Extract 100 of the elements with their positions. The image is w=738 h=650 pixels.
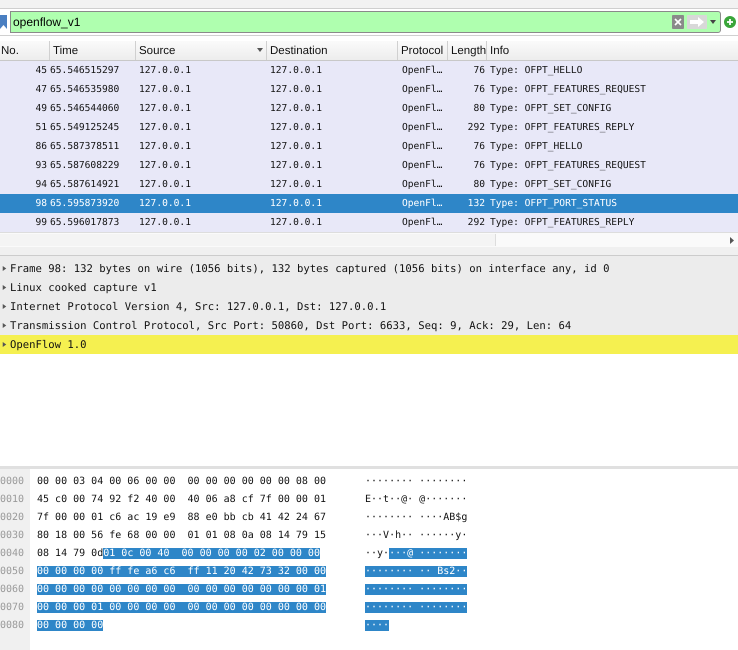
detail-tree-row[interactable]: Linux cooked capture v1 — [0, 278, 738, 297]
detail-tree-row[interactable]: Frame 98: 132 bytes on wire (1056 bits), 132 bytes captured (1056 bits) on interface any, id 0 — [0, 259, 738, 278]
hex-bytes: 00 00 00 00 — [37, 620, 104, 631]
ascii-text: E··t··@· @······· — [365, 494, 468, 505]
number-cell-text: 93 — [34, 160, 48, 171]
destination-cell-text: 127.0.0.1 — [269, 217, 323, 228]
packet-row[interactable]: 49 65.546544060 127.0.0.1 127.0.0.1 OpenFl… 80 Type: OFPT_SET_CONFIG — [0, 99, 738, 118]
number-cell-text: 49 — [34, 103, 48, 114]
packet-row[interactable]: 93 65.587608229 127.0.0.1 127.0.0.1 OpenFl… 76 Type: OFPT_FEATURES_REQUEST — [0, 156, 738, 175]
ascii-text: ···V·h·· ······y· — [365, 530, 468, 541]
length-cell-text: 76 — [472, 65, 486, 76]
ascii-text: ········ ·· Bs2·· — [365, 566, 468, 577]
number-cell-text: 47 — [34, 84, 48, 95]
expand-arrow-icon[interactable] — [2, 265, 7, 272]
detail-tree-row[interactable]: Internet Protocol Version 4, Src: 127.0.0.1, Dst: 127.0.0.1 — [0, 297, 738, 316]
source-cell-text: 127.0.0.1 — [138, 103, 192, 114]
protocol-cell-text: OpenFl… — [401, 65, 444, 76]
expand-arrow-icon[interactable] — [2, 322, 7, 329]
destination-cell-text: 127.0.0.1 — [269, 84, 323, 95]
column-header[interactable]: Time — [50, 41, 136, 60]
destination-cell-text: 127.0.0.1 — [269, 141, 323, 152]
offset-label: 0080 — [0, 619, 26, 633]
hex-bytes: 7f 00 00 01 c6 ac 19 e9 88 e0 bb cb 41 42 24 67 — [37, 512, 326, 523]
packet-row[interactable]: 51 65.549125245 127.0.0.1 127.0.0.1 OpenFl… 292 Type: OFPT_FEATURES_REPLY — [0, 118, 738, 137]
hex-bytes: 45 c0 00 74 92 f2 40 00 40 06 a8 cf 7f 00 00 01 — [37, 494, 326, 505]
packet-row[interactable]: 45 65.546515297 127.0.0.1 127.0.0.1 OpenFl… 76 Type: OFPT_HELLO — [0, 61, 738, 80]
column-header[interactable]: Source — [136, 41, 267, 60]
time-cell-text: 65.546515297 — [50, 65, 120, 76]
ascii-text: ···@ ········ — [389, 548, 468, 559]
destination-cell-text: 127.0.0.1 — [269, 160, 323, 171]
display-filter-field[interactable]: openflow_v1 — [10, 11, 721, 33]
offset-label: 0030 — [0, 529, 26, 543]
length-cell-text: 76 — [472, 160, 486, 171]
time-cell-text: 65.595873920 — [50, 198, 120, 209]
source-cell-text: 127.0.0.1 — [138, 122, 192, 133]
column-header[interactable]: Destination — [267, 41, 398, 60]
detail-text: Transmission Control Protocol, Src Port: 50860, Dst Port: 6633, Seq: 9, Ack: 29, Len: 64 — [10, 320, 572, 332]
packet-row[interactable]: 47 65.546535980 127.0.0.1 127.0.0.1 OpenFl… 76 Type: OFPT_FEATURES_REQUEST — [0, 80, 738, 99]
info-cell-text: Type: OFPT_FEATURES_REQUEST — [489, 84, 647, 95]
length-cell-text: 292 — [466, 217, 486, 228]
info-cell-text: Type: OFPT_PORT_STATUS — [489, 198, 618, 209]
number-cell-text: 94 — [34, 179, 48, 190]
length-cell-text: 76 — [472, 84, 486, 95]
horizontal-scrollbar[interactable] — [0, 234, 496, 246]
destination-cell-text: 127.0.0.1 — [269, 103, 323, 114]
time-cell-text: 65.587608229 — [50, 160, 120, 171]
ascii-text: ··y· — [365, 548, 390, 559]
time-cell-text: 65.596017873 — [50, 217, 120, 228]
ascii-text: ········ ········ — [365, 476, 468, 487]
ascii-text: ········ ········ — [365, 584, 468, 595]
ascii-text: ···· — [365, 620, 390, 631]
length-cell-text: 292 — [466, 122, 486, 133]
offset-label: 0000 — [0, 475, 26, 489]
bookmark-icon[interactable] — [0, 15, 7, 29]
dropdown-caret-icon[interactable] — [710, 20, 716, 24]
source-cell-text: 127.0.0.1 — [138, 179, 192, 190]
clear-icon[interactable] — [672, 15, 684, 29]
scroll-right-icon[interactable] — [730, 236, 734, 244]
time-cell-text: 65.587378511 — [50, 141, 120, 152]
column-header[interactable]: Protocol — [398, 41, 448, 60]
column-header[interactable]: No. — [0, 41, 50, 60]
packet-row[interactable]: 98 65.595873920 127.0.0.1 127.0.0.1 OpenFl… 132 Type: OFPT_PORT_STATUS — [0, 194, 738, 213]
detail-text: Internet Protocol Version 4, Src: 127.0.0.1, Dst: 127.0.0.1 — [10, 300, 386, 312]
detail-tree-row[interactable]: Transmission Control Protocol, Src Port: 50860, Dst Port: 6633, Seq: 9, Ack: 29, Len: 64 — [0, 316, 738, 335]
packet-row[interactable]: 94 65.587614921 127.0.0.1 127.0.0.1 OpenFl… 80 Type: OFPT_SET_CONFIG — [0, 175, 738, 194]
splitter-handle[interactable] — [0, 247, 738, 256]
protocol-cell-text: OpenFl… — [401, 179, 444, 190]
detail-text: Linux cooked capture v1 — [10, 282, 157, 294]
hex-bytes: 00 00 03 04 00 06 00 00 00 00 00 00 00 00 08 00 — [37, 476, 326, 487]
destination-cell-text: 127.0.0.1 — [269, 65, 323, 76]
info-cell-text: Type: OFPT_SET_CONFIG — [489, 179, 612, 190]
offset-label: 0040 — [0, 547, 26, 561]
expand-arrow-icon[interactable] — [2, 341, 7, 348]
column-header[interactable]: Length — [448, 41, 487, 60]
column-header[interactable]: Info — [487, 41, 738, 60]
offset-label: 0050 — [0, 565, 26, 579]
expand-arrow-icon[interactable] — [2, 284, 7, 291]
info-cell-text: Type: OFPT_SET_CONFIG — [489, 103, 612, 114]
info-cell-text: Type: OFPT_HELLO — [489, 65, 584, 76]
offset-label: 0070 — [0, 601, 26, 615]
offset-label: 0010 — [0, 493, 26, 507]
packet-row[interactable]: 99 65.596017873 127.0.0.1 127.0.0.1 OpenFl… 292 Type: OFPT_FEATURES_REPLY — [0, 213, 738, 232]
hex-bytes: 00 00 00 01 00 00 00 00 00 00 00 00 00 00 00 00 — [37, 602, 326, 613]
detail-tree-row[interactable]: OpenFlow 1.0 — [0, 335, 738, 354]
protocol-cell-text: OpenFl… — [401, 198, 444, 209]
ascii-text: ········ ····AB$g — [365, 512, 468, 523]
offset-label: 0060 — [0, 583, 26, 597]
source-cell-text: 127.0.0.1 — [138, 160, 192, 171]
number-cell-text: 86 — [34, 141, 48, 152]
packet-row[interactable]: 86 65.587378511 127.0.0.1 127.0.0.1 OpenFl… 76 Type: OFPT_HELLO — [0, 137, 738, 156]
hex-bytes: 08 14 79 0d — [37, 548, 104, 559]
protocol-cell-text: OpenFl… — [401, 84, 444, 95]
protocol-cell-text: OpenFl… — [401, 122, 444, 133]
expand-arrow-icon[interactable] — [2, 303, 7, 310]
detail-text: Frame 98: 132 bytes on wire (1056 bits), 132 bytes captured (1056 bits) on interface any, id 0 — [10, 262, 610, 274]
add-filter-icon[interactable] — [724, 16, 736, 28]
hex-bytes: 80 18 00 56 fe 68 00 00 01 01 08 0a 08 14 79 15 — [37, 530, 326, 541]
info-cell-text: Type: OFPT_HELLO — [489, 141, 584, 152]
destination-cell-text: 127.0.0.1 — [269, 179, 323, 190]
sort-indicator-icon — [257, 48, 263, 52]
